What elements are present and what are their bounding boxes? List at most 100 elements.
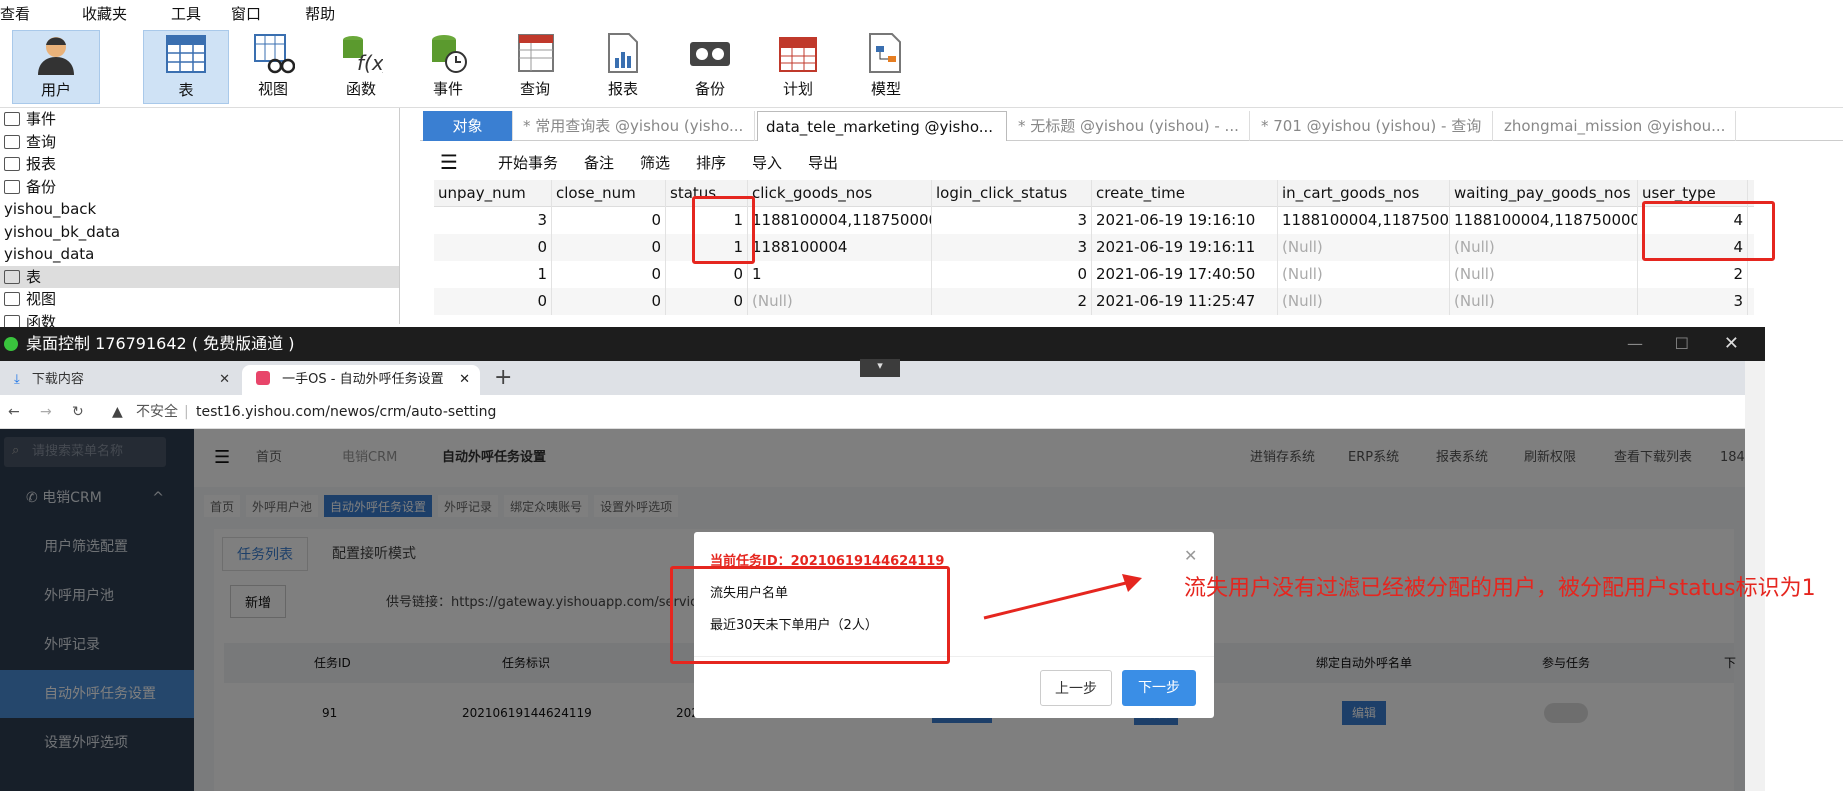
tree-item-reports[interactable]: 报表: [0, 153, 399, 176]
maximize-icon[interactable]: ☐: [1675, 327, 1689, 361]
grid-cell[interactable]: 0: [552, 288, 666, 315]
toolbar-query-button[interactable]: 查询: [492, 30, 578, 104]
column-header[interactable]: close_num: [552, 180, 666, 207]
grid-cell[interactable]: 1: [748, 261, 932, 288]
grid-cell[interactable]: 0: [434, 288, 552, 315]
grid-cell[interactable]: 3: [434, 207, 552, 234]
begin-transaction-button[interactable]: 开始事务: [498, 152, 558, 173]
tab-untitled[interactable]: * 无标题 @yishou (yishou) - ...: [1010, 111, 1250, 141]
grid-row[interactable]: 1 0 0 1 0 2021-06-19 17:40:50 (Null) (Null) 2: [434, 261, 1754, 288]
grid-cell[interactable]: 1188100004,1187500003,: [748, 207, 932, 234]
tree-item-queries[interactable]: 查询: [0, 131, 399, 154]
grid-cell[interactable]: 2021-06-19 19:16:11: [1092, 234, 1278, 261]
tree-item-backups[interactable]: 备份: [0, 176, 399, 199]
column-header[interactable]: login_click_status: [932, 180, 1092, 207]
grid-cell[interactable]: 1188100004: [748, 234, 932, 261]
grid-cell[interactable]: 2021-06-19 11:25:47: [1092, 288, 1278, 315]
toolbar-model-button[interactable]: 模型: [843, 30, 929, 104]
tree-item-events[interactable]: 事件: [0, 108, 399, 131]
browser-tab-auto-setting[interactable]: 一手OS - 自动外呼任务设置 ✕: [242, 365, 480, 395]
next-step-button[interactable]: 下一步: [1122, 670, 1196, 706]
tab-zhongmai-mission[interactable]: zhongmai_mission @yishou...: [1496, 111, 1736, 141]
menu-window[interactable]: 窗口: [215, 3, 275, 24]
grid-cell[interactable]: 2021-06-19 19:16:10: [1092, 207, 1278, 234]
grid-cell[interactable]: 0: [434, 234, 552, 261]
reload-icon[interactable]: ↻: [72, 395, 84, 429]
grid-header-row: unpay_num close_num status click_goods_n…: [434, 180, 1754, 207]
menu-favorites[interactable]: 收藏夹: [44, 3, 141, 24]
grid-cell[interactable]: 0: [666, 288, 748, 315]
tab-objects[interactable]: 对象: [423, 111, 513, 141]
menu-help[interactable]: 帮助: [275, 3, 349, 24]
tab-701[interactable]: * 701 @yishou (yishou) - 查询: [1253, 111, 1493, 141]
grid-cell[interactable]: 0: [552, 207, 666, 234]
toolbar-report-button[interactable]: 报表: [580, 30, 666, 104]
address-bar: ← → ↻ ▲ 不安全 | test16.yishou.com/newos/cr…: [0, 395, 1765, 429]
forward-icon[interactable]: →: [40, 395, 52, 429]
grid-cell[interactable]: (Null): [1278, 288, 1450, 315]
tree-item-views[interactable]: 视图: [0, 288, 399, 311]
grid-cell[interactable]: 0: [552, 261, 666, 288]
tree-item-db-yishou-bk-data[interactable]: yishou_bk_data: [0, 221, 399, 244]
toolbar-schedule-button[interactable]: 计划: [755, 30, 841, 104]
grid-cell[interactable]: 2021-06-19 17:40:50: [1092, 261, 1278, 288]
close-icon[interactable]: ✕: [459, 365, 470, 395]
column-header[interactable]: unpay_num: [434, 180, 552, 207]
grid-cell[interactable]: 3: [932, 234, 1092, 261]
grid-cell[interactable]: 1188100004,1187500003,: [1450, 207, 1638, 234]
grid-cell[interactable]: (Null): [1278, 234, 1450, 261]
browser-tab-downloads[interactable]: ⤓ 下载内容 ✕: [0, 365, 240, 395]
toolbar-function-button[interactable]: f(x) 函数: [318, 30, 404, 104]
grid-cell[interactable]: (Null): [1450, 261, 1638, 288]
close-icon[interactable]: ✕: [219, 365, 230, 395]
grid-row[interactable]: 3011188100004,1187500003,32021-06-19 19:…: [434, 207, 1754, 234]
chevron-down-icon[interactable]: ▾: [860, 359, 900, 377]
menu-tools[interactable]: 工具: [141, 3, 215, 24]
grid-cell[interactable]: 1: [434, 261, 552, 288]
tab-data-tele-marketing[interactable]: data_tele_marketing @yisho...: [757, 111, 1007, 141]
svg-text:f(x): f(x): [357, 51, 383, 74]
import-button[interactable]: 导入: [752, 152, 782, 173]
sort-button[interactable]: 排序: [696, 152, 726, 173]
back-icon[interactable]: ←: [8, 395, 20, 429]
column-header[interactable]: in_cart_goods_nos: [1278, 180, 1450, 207]
memo-button[interactable]: 备注: [584, 152, 614, 173]
column-header[interactable]: waiting_pay_goods_nos: [1450, 180, 1638, 207]
grid-cell[interactable]: 0: [552, 234, 666, 261]
column-header[interactable]: create_time: [1092, 180, 1278, 207]
grid-row[interactable]: 0 0 1 1188100004 3 2021-06-19 19:16:11 (Null)(…: [434, 234, 1754, 261]
grid-cell[interactable]: (Null): [1450, 234, 1638, 261]
tab-common-query[interactable]: * 常用查询表 @yishou (yisho...: [515, 111, 755, 141]
grid-cell[interactable]: 3: [1638, 288, 1748, 315]
tree-item-db-yishou-back[interactable]: yishou_back: [0, 198, 399, 221]
grid-cell[interactable]: 2: [932, 288, 1092, 315]
grid-cell[interactable]: 0: [932, 261, 1092, 288]
backup-icon: [4, 179, 20, 194]
toolbar-view-button[interactable]: 视图: [230, 30, 316, 104]
tree-item-tables[interactable]: 表: [0, 265, 399, 288]
tree-item-db-yishou-data[interactable]: yishou_data: [0, 243, 399, 266]
toolbar-table-button[interactable]: 表: [143, 30, 229, 104]
hamburger-icon[interactable]: ☰: [440, 150, 458, 174]
minimize-icon[interactable]: —: [1627, 327, 1643, 361]
url-input[interactable]: test16.yishou.com/newos/crm/auto-setting: [196, 395, 496, 429]
grid-cell[interactable]: 0: [666, 261, 748, 288]
export-button[interactable]: 导出: [808, 152, 838, 173]
grid-cell[interactable]: (Null): [1450, 288, 1638, 315]
toolbar-user-button[interactable]: 用户: [12, 30, 100, 104]
prev-step-button[interactable]: 上一步: [1040, 670, 1112, 706]
menu-view[interactable]: 查看: [0, 3, 44, 24]
grid-row[interactable]: 0 0 0 (Null) 2 2021-06-19 11:25:47 (Null) (Null…: [434, 288, 1754, 315]
toolbar-event-button[interactable]: 事件: [405, 30, 491, 104]
close-icon[interactable]: ✕: [1724, 327, 1739, 361]
grid-cell[interactable]: 2: [1638, 261, 1748, 288]
grid-cell[interactable]: 1188100004,118750000(: [1278, 207, 1450, 234]
grid-cell[interactable]: (Null): [748, 288, 932, 315]
close-icon[interactable]: ✕: [1184, 546, 1197, 565]
new-tab-icon[interactable]: +: [494, 365, 512, 390]
filter-button[interactable]: 筛选: [640, 152, 670, 173]
column-header[interactable]: click_goods_nos: [748, 180, 932, 207]
grid-cell[interactable]: 3: [932, 207, 1092, 234]
toolbar-backup-button[interactable]: 备份: [667, 30, 753, 104]
grid-cell[interactable]: (Null): [1278, 261, 1450, 288]
